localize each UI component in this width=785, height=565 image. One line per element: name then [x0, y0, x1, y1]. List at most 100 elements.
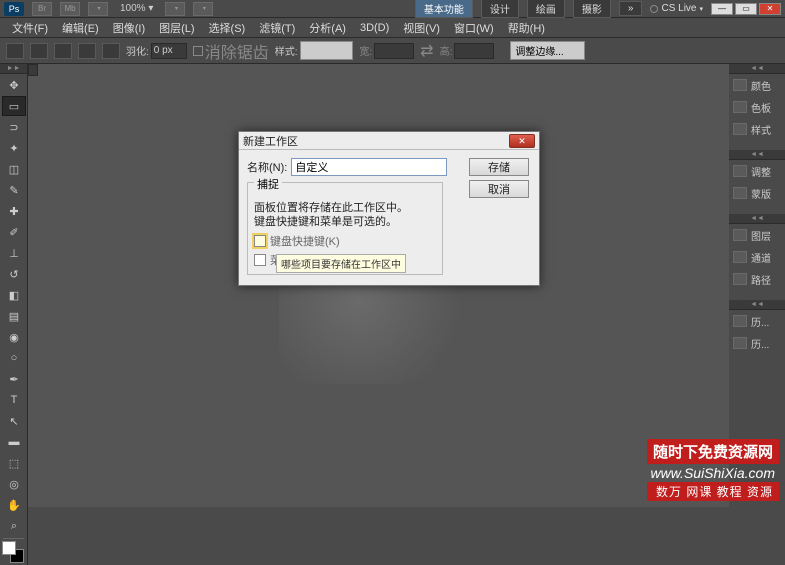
dialog-title-text: 新建工作区 [243, 133, 298, 149]
dialog-close-button[interactable]: ✕ [509, 134, 535, 148]
3d-camera-tool[interactable]: ◎ [2, 474, 26, 494]
panel-label: 蒙版 [751, 186, 771, 201]
wand-tool[interactable]: ✦ [2, 138, 26, 158]
menu-window[interactable]: 窗口(W) [448, 18, 500, 38]
menu-select[interactable]: 选择(S) [203, 18, 252, 38]
menu-filter[interactable]: 滤镜(T) [253, 18, 301, 38]
width-group: 宽: [359, 43, 414, 59]
keyboard-checkbox[interactable] [254, 235, 266, 247]
lasso-tool[interactable]: ⊃ [2, 117, 26, 137]
eraser-tool[interactable]: ◧ [2, 285, 26, 305]
color-swatches[interactable] [2, 541, 24, 563]
panel-styles[interactable]: 样式 [729, 118, 785, 140]
name-input[interactable] [291, 158, 447, 176]
panel-label: 历... [751, 314, 769, 329]
move-tool[interactable]: ✥ [2, 75, 26, 95]
panel-grip-3[interactable]: ◄◄ [729, 214, 785, 224]
foreground-color[interactable] [2, 541, 16, 555]
crop-tool[interactable]: ◫ [2, 159, 26, 179]
marquee-tool-preset-icon[interactable] [6, 43, 24, 59]
minimize-button[interactable]: — [711, 3, 733, 15]
style-label: 样式: [275, 43, 298, 58]
marquee-tool[interactable]: ▭ [2, 96, 26, 116]
menu-edit[interactable]: 编辑(E) [56, 18, 105, 38]
zoom-tool[interactable]: ⌕ [2, 516, 26, 536]
antialias-group[interactable]: 消除锯齿 [193, 39, 269, 63]
hand-tool[interactable]: ✋ [2, 495, 26, 515]
panel-swatches[interactable]: 色板 [729, 96, 785, 118]
history-brush-tool[interactable]: ↺ [2, 264, 26, 284]
brush-tool[interactable]: ✐ [2, 222, 26, 242]
watermark-line-3: 数万 网课 教程 资源 [647, 482, 780, 501]
close-button[interactable]: ✕ [759, 3, 781, 15]
dodge-tool[interactable]: ○ [2, 348, 26, 368]
type-tool[interactable]: T [2, 390, 26, 410]
panel-masks[interactable]: 蒙版 [729, 182, 785, 204]
bridge-icon[interactable]: Br [32, 2, 52, 16]
menu-view[interactable]: 视图(V) [397, 18, 446, 38]
tooltip: 哪些项目要存储在工作区中 [276, 254, 406, 273]
maximize-button[interactable]: ▭ [735, 3, 757, 15]
menu-file[interactable]: 文件(F) [6, 18, 54, 38]
info-line-1: 面板位置将存储在此工作区中。 [254, 201, 436, 215]
menu-checkbox[interactable] [254, 254, 266, 266]
menu-3d[interactable]: 3D(D) [354, 20, 395, 36]
workspace-tab-painting[interactable]: 绘画 [527, 0, 565, 18]
panel-label: 图层 [751, 228, 771, 243]
blur-tool[interactable]: ◉ [2, 327, 26, 347]
menu-help[interactable]: 帮助(H) [502, 18, 551, 38]
style-select[interactable]: 正常 ▾ [300, 41, 354, 60]
panel-channels[interactable]: 通道 [729, 246, 785, 268]
panel-adjustments[interactable]: 调整 [729, 160, 785, 182]
tools-grip[interactable]: ►► [0, 64, 27, 74]
panel-paths[interactable]: 路径 [729, 268, 785, 290]
shape-tool[interactable]: ▬ [2, 432, 26, 452]
stamp-tool[interactable]: ⊥ [2, 243, 26, 263]
eyedropper-tool[interactable]: ✎ [2, 180, 26, 200]
feather-input[interactable] [151, 43, 187, 59]
menu-layer[interactable]: 图层(L) [153, 18, 200, 38]
healing-tool[interactable]: ✚ [2, 201, 26, 221]
workspace-overflow[interactable]: » [619, 1, 643, 16]
selection-intersect-icon[interactable] [102, 43, 120, 59]
style-group: 样式: 正常 ▾ [275, 41, 354, 60]
workspace-tab-design[interactable]: 设计 [481, 0, 519, 18]
workspace-tab-photography[interactable]: 摄影 [573, 0, 611, 18]
pen-tool[interactable]: ✒ [2, 369, 26, 389]
workspace-tab-essentials[interactable]: 基本功能 [415, 0, 473, 18]
panel-grip-1[interactable]: ◄◄ [729, 64, 785, 74]
cslive-label: CS Live [661, 3, 696, 14]
antialias-checkbox[interactable] [193, 46, 203, 56]
cancel-button[interactable]: 取消 [469, 180, 529, 198]
panel-history[interactable]: 历... [729, 310, 785, 332]
panel-grip-2[interactable]: ◄◄ [729, 150, 785, 160]
selection-new-icon[interactable] [30, 43, 48, 59]
panel-history2[interactable]: 历... [729, 332, 785, 354]
menu-analysis[interactable]: 分析(A) [303, 18, 352, 38]
dialog-titlebar[interactable]: 新建工作区 ✕ [239, 132, 539, 150]
zoom-display[interactable]: 100% ▾ [116, 3, 157, 14]
gradient-tool[interactable]: ▤ [2, 306, 26, 326]
arrange-dropdown[interactable] [165, 2, 185, 16]
app-bar: Ps Br Mb 100% ▾ 基本功能 设计 绘画 摄影 » CS Live▾… [0, 0, 785, 18]
save-button[interactable]: 存储 [469, 158, 529, 176]
watermark-line-2: www.SuiShiXia.com [647, 464, 780, 482]
refine-edge-button[interactable]: 调整边缘... [510, 41, 584, 60]
cslive-button[interactable]: CS Live▾ [650, 3, 703, 14]
minibridge-icon[interactable]: Mb [60, 2, 80, 16]
color-panel-icon [733, 79, 747, 91]
panel-grip-4[interactable]: ◄◄ [729, 300, 785, 310]
selection-subtract-icon[interactable] [78, 43, 96, 59]
menu-image[interactable]: 图像(I) [107, 18, 151, 38]
path-select-tool[interactable]: ↖ [2, 411, 26, 431]
screen-mode-dropdown[interactable] [88, 2, 108, 16]
extras-dropdown[interactable] [193, 2, 213, 16]
3d-tool[interactable]: ⬚ [2, 453, 26, 473]
selection-add-icon[interactable] [54, 43, 72, 59]
collapsed-panel-strip[interactable] [28, 64, 38, 76]
tools-panel: ►► ✥ ▭ ⊃ ✦ ◫ ✎ ✚ ✐ ⊥ ↺ ◧ ▤ ◉ ○ ✒ T ↖ ▬ ⬚… [0, 64, 28, 565]
panel-color[interactable]: 颜色 [729, 74, 785, 96]
panel-layers[interactable]: 图层 [729, 224, 785, 246]
keyboard-check-row[interactable]: 键盘快捷键(K) [254, 233, 436, 249]
layers-panel-icon [733, 229, 747, 241]
